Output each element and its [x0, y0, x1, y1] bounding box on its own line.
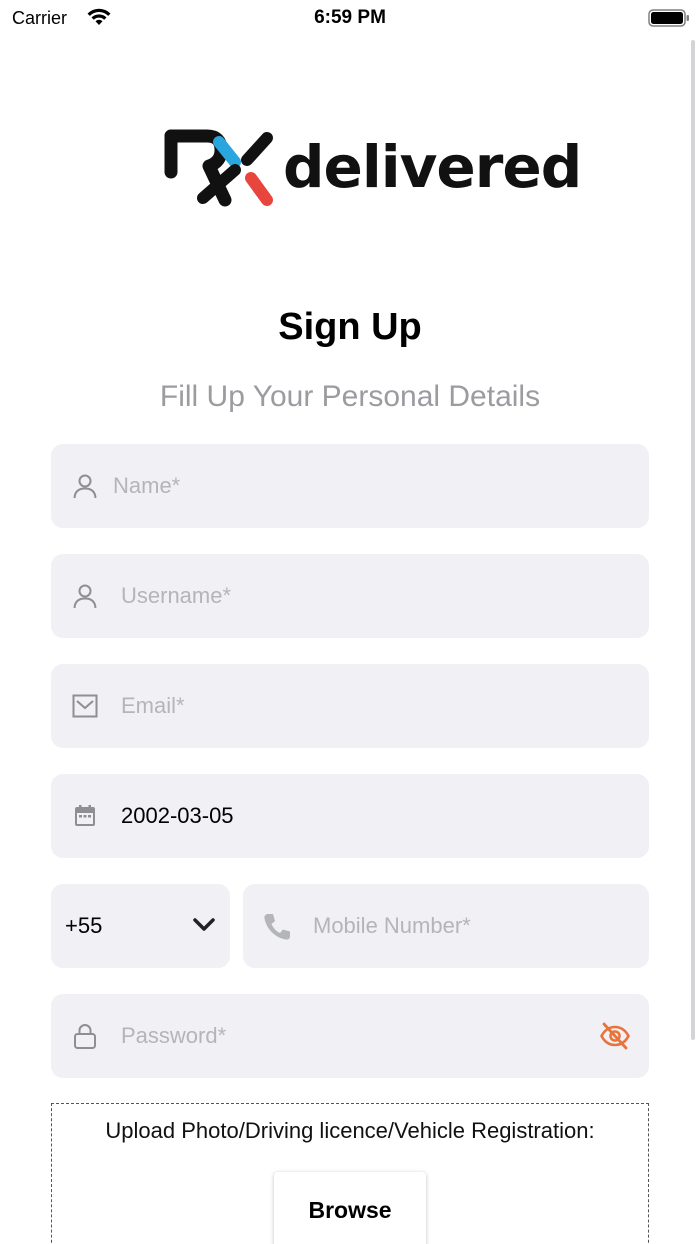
- email-field[interactable]: Email*: [51, 664, 649, 748]
- date-of-birth-field[interactable]: 2002-03-05: [51, 774, 649, 858]
- browse-button[interactable]: Browse: [274, 1172, 426, 1244]
- username-placeholder: Username*: [121, 583, 232, 608]
- upload-area: Upload Photo/Driving licence/Vehicle Reg…: [51, 1103, 649, 1244]
- phone-icon: [264, 914, 290, 940]
- email-placeholder: Email*: [121, 693, 185, 718]
- battery-icon: [648, 9, 689, 27]
- name-field[interactable]: Name*: [51, 444, 649, 528]
- status-bar: Carrier 6:59 PM: [0, 0, 700, 36]
- chevron-down-icon: [193, 918, 215, 931]
- country-code-select[interactable]: +55: [51, 884, 230, 968]
- person-icon: [73, 584, 97, 609]
- page-subtitle: Fill Up Your Personal Details: [159, 380, 541, 413]
- password-placeholder: Password*: [121, 1023, 227, 1048]
- app-logo: delivered: [163, 128, 582, 212]
- country-code-value: +55: [65, 913, 103, 938]
- page-title: Sign Up: [278, 306, 422, 348]
- person-icon: [73, 474, 97, 499]
- mobile-number-placeholder: Mobile Number*: [313, 913, 471, 938]
- scroll-indicator[interactable]: [691, 40, 695, 1040]
- mail-icon: [72, 694, 98, 718]
- password-field[interactable]: Password*: [51, 994, 649, 1078]
- date-of-birth-value: 2002-03-05: [121, 803, 234, 828]
- brand-name: delivered: [283, 133, 582, 201]
- logo-mark-icon: [164, 129, 273, 207]
- eye-off-icon[interactable]: [599, 1020, 631, 1052]
- username-field[interactable]: Username*: [51, 554, 649, 638]
- status-time: 6:59 PM: [314, 7, 386, 28]
- name-placeholder: Name*: [113, 473, 181, 498]
- lock-icon: [74, 1024, 96, 1049]
- calendar-icon: [75, 805, 95, 826]
- upload-label: Upload Photo/Driving licence/Vehicle Reg…: [105, 1118, 595, 1143]
- mobile-number-field[interactable]: Mobile Number*: [243, 884, 649, 968]
